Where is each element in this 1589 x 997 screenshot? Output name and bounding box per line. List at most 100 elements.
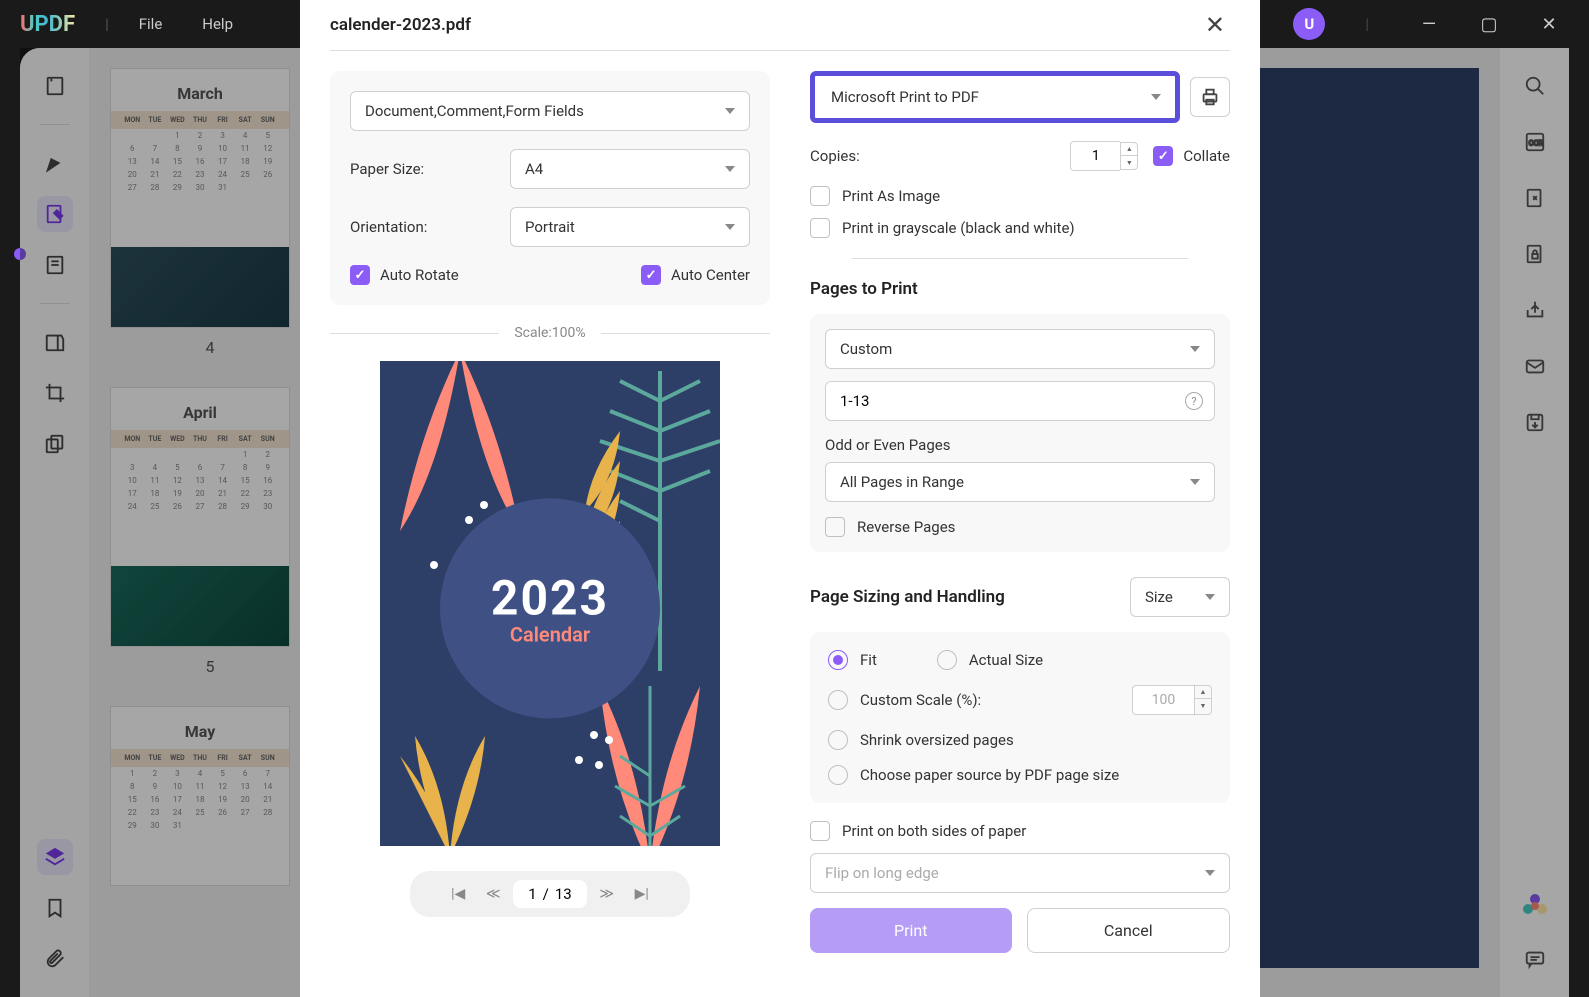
pages-to-print-title: Pages to Print [810, 279, 1230, 299]
grayscale-checkbox[interactable]: Print in grayscale (black and white) [810, 218, 1230, 238]
minimize-button[interactable]: — [1409, 4, 1449, 44]
dialog-close-button[interactable]: ✕ [1200, 6, 1230, 44]
checkbox-label: Auto Center [671, 266, 750, 284]
radio-label: Choose paper source by PDF page size [860, 766, 1119, 784]
auto-center-checkbox[interactable]: Auto Center [641, 265, 750, 285]
preview-center-circle: 2023 Calendar [440, 498, 660, 718]
radio-icon [828, 690, 848, 710]
checkbox-icon [1153, 146, 1173, 166]
radio-row: Shrink oversized pages [828, 730, 1212, 750]
checkbox-icon [350, 265, 370, 285]
preview-subtitle: Calendar [510, 622, 590, 646]
radio-icon [828, 765, 848, 785]
custom-scale-input[interactable] [1132, 685, 1194, 715]
app-logo: UPDF [20, 12, 75, 37]
odd-even-select[interactable]: All Pages in Range [825, 462, 1215, 502]
menu-help[interactable]: Help [202, 15, 233, 33]
maximize-button[interactable]: ▢ [1469, 4, 1509, 44]
cancel-button[interactable]: Cancel [1027, 908, 1231, 953]
pages-mode-select[interactable]: Custom [825, 329, 1215, 369]
spinner-down[interactable]: ▼ [1121, 156, 1137, 169]
separator: | [105, 15, 109, 33]
radio-row: Custom Scale (%): ▲▼ [828, 685, 1212, 715]
radio-icon [937, 650, 957, 670]
pager-display[interactable]: 1 / 13 [513, 880, 587, 908]
copies-input[interactable] [1070, 141, 1120, 171]
pager-current: 1 [528, 885, 536, 903]
dot-decoration [605, 736, 613, 744]
copies-label: Copies: [810, 147, 860, 165]
checkbox-label: Print on both sides of paper [842, 822, 1026, 840]
dialog-body: Document,Comment,Form Fields Paper Size:… [330, 71, 1230, 953]
printer-properties-button[interactable] [1190, 77, 1230, 117]
custom-scale-radio[interactable]: Custom Scale (%): [828, 690, 981, 710]
auto-rotate-checkbox[interactable]: Auto Rotate [350, 265, 459, 285]
radio-label: Custom Scale (%): [860, 691, 981, 709]
sizing-title: Page Sizing and Handling [810, 587, 1005, 607]
menu-file[interactable]: File [139, 15, 163, 33]
avatar[interactable]: U [1293, 8, 1325, 40]
dialog-title: calender-2023.pdf [330, 15, 471, 35]
paper-size-row: Paper Size: A4 [350, 149, 750, 189]
help-icon[interactable]: ? [1185, 392, 1203, 410]
dialog-right-column: Microsoft Print to PDF Copies: ▲▼ Collat… [810, 71, 1230, 953]
copies-row: Copies: ▲▼ Collate [810, 141, 1230, 171]
print-fields-select[interactable]: Document,Comment,Form Fields [350, 91, 750, 131]
print-as-image-checkbox[interactable]: Print As Image [810, 186, 1230, 206]
both-sides-checkbox[interactable]: Print on both sides of paper [810, 821, 1230, 841]
sizing-mode-select[interactable]: Size [1130, 577, 1230, 617]
separator [330, 50, 1230, 51]
flip-select[interactable]: Flip on long edge [810, 853, 1230, 893]
dot-decoration [595, 761, 603, 769]
pager-sep: / [543, 885, 549, 903]
radio-row: Fit Actual Size [828, 650, 1212, 670]
radio-label: Actual Size [969, 651, 1043, 669]
sizing-header: Page Sizing and Handling Size [810, 577, 1230, 617]
scale-divider: Scale:100% [330, 325, 770, 341]
checkbox-label: Print in grayscale (black and white) [842, 219, 1075, 237]
radio-row: Choose paper source by PDF page size [828, 765, 1212, 785]
collate-checkbox[interactable]: Collate [1153, 146, 1230, 166]
actual-size-radio[interactable]: Actual Size [937, 650, 1043, 670]
pager-last-button[interactable]: ▶| [627, 879, 657, 909]
paper-size-select[interactable]: A4 [510, 149, 750, 189]
reverse-pages-checkbox[interactable]: Reverse Pages [825, 517, 1215, 537]
window-controls: U | — ▢ ✕ [1293, 4, 1569, 44]
radio-icon [828, 730, 848, 750]
pages-range-input[interactable] [825, 381, 1215, 421]
close-window-button[interactable]: ✕ [1529, 4, 1569, 44]
radio-label: Shrink oversized pages [860, 731, 1014, 749]
pager-prev-button[interactable]: ≪ [478, 879, 508, 909]
copies-spinner[interactable]: ▲▼ [1070, 141, 1138, 171]
shrink-radio[interactable]: Shrink oversized pages [828, 730, 1014, 750]
orientation-select[interactable]: Portrait [510, 207, 750, 247]
choose-source-radio[interactable]: Choose paper source by PDF page size [828, 765, 1119, 785]
pager-next-button[interactable]: ≫ [592, 879, 622, 909]
dialog-left-column: Document,Comment,Form Fields Paper Size:… [330, 71, 770, 953]
checkbox-icon [810, 821, 830, 841]
dot-decoration [575, 756, 583, 764]
printer-select[interactable]: Microsoft Print to PDF [810, 71, 1180, 123]
dot-decoration [465, 516, 473, 524]
spinner-down[interactable]: ▼ [1195, 699, 1211, 712]
printer-icon [1199, 86, 1221, 108]
spinner-buttons: ▲▼ [1120, 142, 1138, 170]
auto-options-row: Auto Rotate Auto Center [350, 265, 750, 285]
print-button[interactable]: Print [810, 908, 1012, 953]
separator: | [1365, 15, 1369, 33]
print-preview: 2023 Calendar [380, 361, 720, 846]
checkbox-label: Print As Image [842, 187, 940, 205]
checkbox-label: Auto Rotate [380, 266, 459, 284]
pages-range-row: ? [825, 381, 1215, 421]
printer-row: Microsoft Print to PDF [810, 71, 1230, 123]
spinner-up[interactable]: ▲ [1121, 143, 1137, 156]
dialog-header: calender-2023.pdf ✕ [330, 0, 1230, 50]
fit-radio[interactable]: Fit [828, 650, 877, 670]
spinner-up[interactable]: ▲ [1195, 686, 1211, 699]
pages-panel: Custom ? Odd or Even Pages All Pages in … [810, 314, 1230, 552]
orientation-label: Orientation: [350, 218, 510, 236]
pager-total: 13 [555, 885, 572, 903]
print-dialog: calender-2023.pdf ✕ Document,Comment,For… [300, 0, 1260, 997]
pager-first-button[interactable]: |◀ [443, 879, 473, 909]
radio-label: Fit [860, 651, 877, 669]
